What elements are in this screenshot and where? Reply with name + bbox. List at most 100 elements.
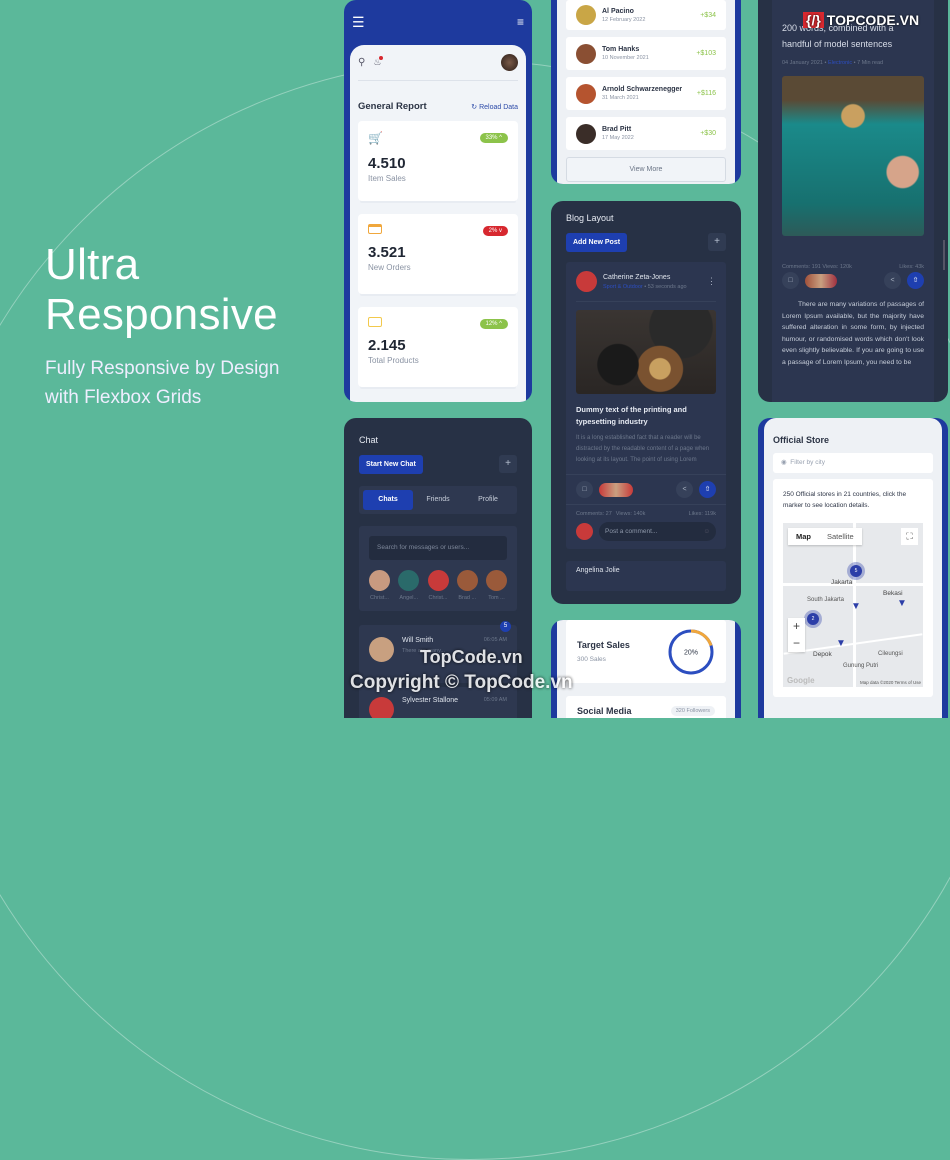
start-chat-button[interactable]: Start New Chat — [359, 455, 423, 474]
chat-title: Chat — [359, 435, 379, 445]
add-icon-button[interactable]: + — [499, 455, 517, 473]
zoom-out-button[interactable]: − — [788, 635, 805, 652]
liker-avatars — [599, 482, 633, 497]
menu-icon[interactable]: ≡ — [517, 15, 524, 29]
transaction-name: Al Pacino — [602, 7, 634, 15]
target-card: Target Sales 300 Sales 20% — [566, 620, 726, 683]
post-headline[interactable]: Dummy text of the printing and typesetti… — [576, 404, 716, 428]
location-marker[interactable]: ▼ — [836, 638, 846, 649]
upload-icon[interactable]: ⇧ — [907, 272, 924, 289]
chat-search-input[interactable]: Search for messages or users... — [369, 536, 507, 560]
post-category[interactable]: Sport & Outdoor — [603, 284, 643, 290]
contact[interactable]: Tom ... — [486, 570, 507, 601]
unread-badge: 5 — [500, 621, 511, 632]
pin-icon: ◉ — [781, 459, 787, 466]
bookmark-icon[interactable]: □ — [782, 272, 799, 289]
hero-subtitle-2: with Flexbox Grids — [45, 387, 202, 408]
stat-card[interactable]: 12% ^ 2.145 Total Products — [358, 307, 518, 387]
report-phone: ☰ ≡ ⚲ ♨ General Report ↻ Reload Data 🛒 3… — [344, 0, 532, 402]
store-title: Official Store — [773, 435, 830, 445]
map-label: Gunung Putri — [843, 663, 879, 669]
emoji-icon[interactable]: ☺ — [703, 522, 710, 541]
bell-icon[interactable]: ♨ — [373, 56, 384, 68]
brand-text: TOPCODE.VN — [826, 12, 920, 28]
map-label: Depok — [813, 651, 832, 658]
share-icon[interactable]: < — [884, 272, 901, 289]
hero-title-1: Ultra — [45, 240, 140, 289]
cluster-marker[interactable]: 2 — [807, 613, 819, 625]
post-time: • 53 seconds ago — [644, 283, 687, 290]
avatar[interactable] — [501, 54, 518, 71]
transaction-amount: +$30 — [700, 130, 716, 137]
tab-chats[interactable]: Chats — [363, 490, 413, 510]
view-more-button[interactable]: View More — [566, 157, 726, 182]
search-placeholder: Search for messages or users... — [377, 544, 470, 551]
location-marker[interactable]: ▼ — [897, 598, 907, 609]
post-card: Catherine Zeta-Jones Sport & Outdoor • 5… — [566, 262, 726, 549]
stat-value: 2.145 — [368, 337, 406, 354]
transaction-row[interactable]: Tom Hanks 10 November 2021 +$103 — [566, 37, 726, 70]
avatar — [576, 5, 596, 25]
trend-badge: 2% v — [482, 226, 508, 236]
layers-logo-icon[interactable]: ☰ — [352, 14, 365, 31]
more-icon[interactable]: ⋮ — [707, 276, 716, 287]
target-title: Target Sales — [577, 640, 630, 650]
credit-card-icon — [368, 224, 382, 234]
contact-name: Tom ... — [488, 595, 505, 601]
transaction-row[interactable]: Brad Pitt 17 May 2022 +$30 — [566, 117, 726, 150]
monitor-icon — [368, 317, 382, 327]
add-icon-button[interactable]: + — [708, 233, 726, 251]
search-icon[interactable]: ⚲ — [358, 57, 365, 68]
map[interactable]: Map Satellite ⛶ 5 2 Jakarta South Jakart… — [783, 523, 923, 687]
contact[interactable]: Christ... — [369, 570, 390, 601]
contact-name: Christ... — [370, 595, 389, 601]
views-count: Views: 120k — [822, 264, 852, 270]
reload-label: Reload Data — [479, 103, 518, 111]
views-count: Views: 140k — [615, 511, 646, 517]
contact[interactable]: Angel... — [398, 570, 420, 601]
transaction-amount: +$116 — [696, 90, 716, 97]
scrollbar[interactable] — [943, 240, 945, 270]
transaction-row[interactable]: Al Pacino 12 February 2022 +$34 — [566, 0, 726, 30]
bookmark-icon[interactable]: □ — [576, 481, 593, 498]
avatar — [576, 123, 596, 144]
progress-ring: 20% — [668, 629, 714, 674]
hero: Ultra Responsive Fully Responsive by Desi… — [45, 240, 279, 412]
upload-icon[interactable]: ⇧ — [699, 481, 716, 498]
article-image — [782, 76, 924, 236]
contact-name: Christ... — [428, 595, 448, 601]
map-tab-satellite[interactable]: Satellite — [819, 528, 862, 545]
article-phone: 200 words, combined with a handful of mo… — [758, 0, 948, 402]
cluster-marker[interactable]: 5 — [850, 565, 862, 577]
trend-badge: 33% ^ — [479, 133, 508, 143]
comment-input[interactable]: Post a comment... ☺ — [599, 522, 716, 541]
transaction-name: Arnold Schwarzenegger — [602, 86, 683, 93]
conversation-item[interactable]: Sylvester Stallone 05:09 AM — [359, 687, 517, 718]
transaction-row[interactable]: Arnold Schwarzenegger 31 March 2021 +$116 — [566, 77, 726, 110]
contact[interactable]: Christ... — [427, 570, 449, 601]
stat-card[interactable]: 2% v 3.521 New Orders — [358, 214, 518, 294]
contact[interactable]: Brad ... — [456, 570, 478, 601]
trend-badge: 12% ^ — [479, 319, 508, 329]
conversation-item[interactable]: 5 Will Smith There are many... 06:05 AM — [359, 621, 517, 683]
zoom-in-button[interactable]: + — [788, 618, 805, 635]
map-tab-map[interactable]: Map — [788, 528, 819, 545]
share-icon[interactable]: < — [676, 481, 693, 498]
map-label: Jakarta — [831, 579, 853, 586]
conversation-preview: There are many... — [402, 648, 445, 654]
location-marker[interactable]: ▼ — [851, 601, 861, 612]
stat-card[interactable]: 🛒 33% ^ 4.510 Item Sales — [358, 121, 518, 201]
tab-profile[interactable]: Profile — [463, 490, 513, 510]
tab-friends[interactable]: Friends — [413, 490, 463, 510]
reload-button[interactable]: ↻ Reload Data — [471, 103, 518, 111]
fullscreen-icon[interactable]: ⛶ — [901, 528, 918, 545]
add-post-button[interactable]: Add New Post — [566, 233, 628, 252]
map-attribution[interactable]: Map data ©2020 Terms of Use — [860, 680, 921, 685]
article-category[interactable]: Electronic — [828, 60, 852, 66]
social-title: Social Media — [577, 706, 632, 716]
target-sub: 300 Sales — [577, 656, 606, 663]
transactions-phone: Al Pacino 12 February 2022 +$34 Tom Hanks… — [551, 0, 741, 184]
city-filter-input[interactable]: ◉ Filter by city — [773, 453, 933, 473]
stat-value: 4.510 — [368, 155, 406, 172]
avatar — [576, 43, 596, 64]
